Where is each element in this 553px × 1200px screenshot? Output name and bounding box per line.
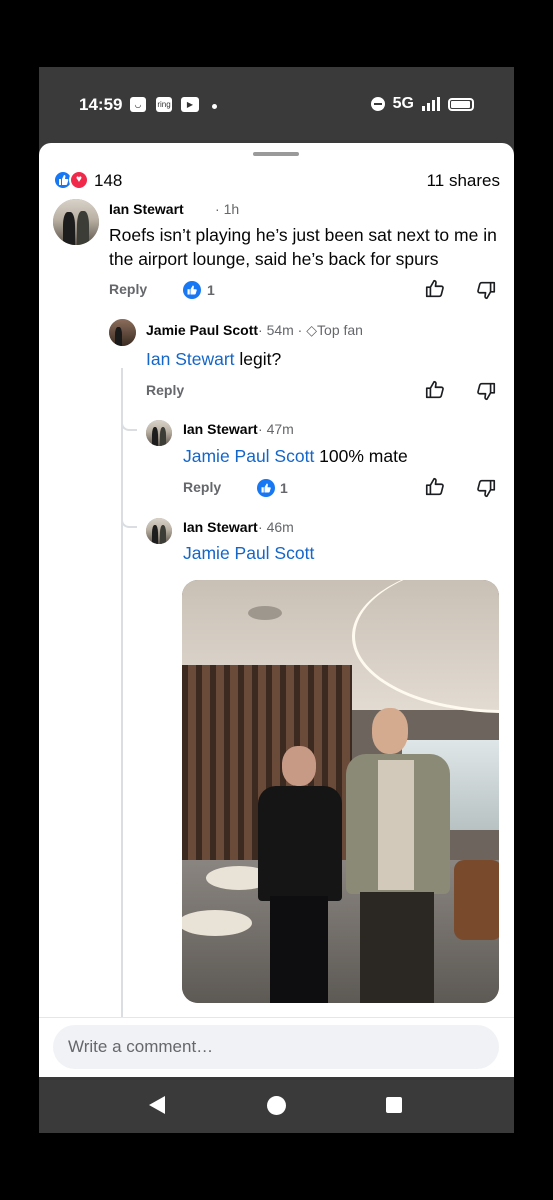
- status-right: 5G: [370, 95, 474, 113]
- back-icon[interactable]: [149, 1096, 165, 1114]
- phone-screen: 14:59 ◡ ring ▶ 5G ♥ 148 11 shares Ian St…: [39, 67, 514, 1133]
- comment-time: · 47m: [258, 421, 294, 437]
- comment-photo[interactable]: [182, 580, 499, 1003]
- reply-button[interactable]: Reply: [109, 281, 147, 297]
- mention-link[interactable]: Jamie Paul Scott: [183, 543, 314, 563]
- home-icon[interactable]: [267, 1096, 286, 1115]
- avatar[interactable]: [146, 518, 172, 544]
- top-fan-icon: ◇: [306, 322, 318, 338]
- photo-person-left: [252, 746, 347, 1003]
- photo-person-right: [342, 708, 457, 1003]
- drag-handle[interactable]: [253, 152, 299, 156]
- like-count[interactable]: 1: [207, 282, 215, 298]
- like-count[interactable]: 1: [280, 480, 288, 496]
- more-notifications-icon: [212, 104, 217, 109]
- battery-icon: [448, 97, 474, 111]
- reaction-count[interactable]: 148: [94, 171, 122, 191]
- recents-icon[interactable]: [386, 1097, 402, 1113]
- comment-composer: Write a comment…: [39, 1017, 514, 1077]
- dislike-icon[interactable]: [475, 279, 497, 301]
- comment-author[interactable]: Jamie Paul Scott: [146, 322, 258, 338]
- dislike-icon[interactable]: [475, 477, 497, 499]
- reply-button[interactable]: Reply: [146, 382, 184, 398]
- like-icon[interactable]: [424, 476, 446, 498]
- status-time: 14:59: [79, 95, 123, 114]
- shares-count[interactable]: 11 shares: [427, 171, 500, 191]
- top-fan-badge: Top fan: [317, 322, 363, 338]
- photo-speaker: [248, 606, 282, 620]
- like-count-icon: [257, 479, 275, 497]
- signal-icon: [422, 97, 440, 111]
- mention-link[interactable]: Jamie Paul Scott: [183, 446, 314, 466]
- comment-text: Jamie Paul Scott 100% mate: [183, 446, 408, 466]
- android-nav-bar: [39, 1077, 514, 1133]
- smile-notification-icon: ◡: [130, 97, 146, 112]
- dnd-icon: [370, 97, 385, 111]
- comment-time: · 1h: [215, 201, 240, 217]
- dislike-icon[interactable]: [475, 380, 497, 402]
- avatar[interactable]: [53, 199, 99, 245]
- comment-time: · 46m: [258, 519, 294, 535]
- status-bar: 14:59 ◡ ring ▶ 5G: [39, 67, 514, 143]
- comment-text: Jamie Paul Scott: [183, 541, 499, 565]
- comment-input[interactable]: Write a comment…: [53, 1025, 499, 1069]
- reply-button[interactable]: Reply: [183, 479, 221, 495]
- comments-sheet: ♥ 148 11 shares Ian Stewart · 1h Roefs i…: [39, 143, 514, 1077]
- thread-connector: [121, 516, 137, 528]
- comment-author[interactable]: Ian Stewart: [183, 519, 258, 535]
- avatar[interactable]: [109, 319, 136, 346]
- reactions-row: ♥ 148 11 shares: [53, 169, 500, 191]
- comment-text: Roefs isn’t playing he’s just been sat n…: [109, 225, 497, 269]
- like-icon[interactable]: [424, 379, 446, 401]
- comment-placeholder: Write a comment…: [68, 1037, 214, 1056]
- network-type: 5G: [392, 95, 414, 112]
- comment-text: Ian Stewart legit?: [146, 349, 282, 369]
- mention-link[interactable]: Ian Stewart: [146, 349, 235, 369]
- like-icon[interactable]: [424, 278, 446, 300]
- thread-line: [121, 368, 123, 1018]
- ring-notification-icon: ring: [156, 97, 172, 112]
- thread-connector: [121, 419, 137, 431]
- photo-chair: [454, 860, 499, 940]
- comment-author[interactable]: Ian Stewart: [109, 201, 184, 217]
- comment-time: · 54m · ◇Top fan: [258, 322, 363, 338]
- youtube-notification-icon: ▶: [181, 97, 199, 112]
- comment-author[interactable]: Ian Stewart: [183, 421, 258, 437]
- avatar[interactable]: [146, 420, 172, 446]
- like-count-icon: [183, 281, 201, 299]
- heart-reaction-icon[interactable]: ♥: [69, 170, 89, 190]
